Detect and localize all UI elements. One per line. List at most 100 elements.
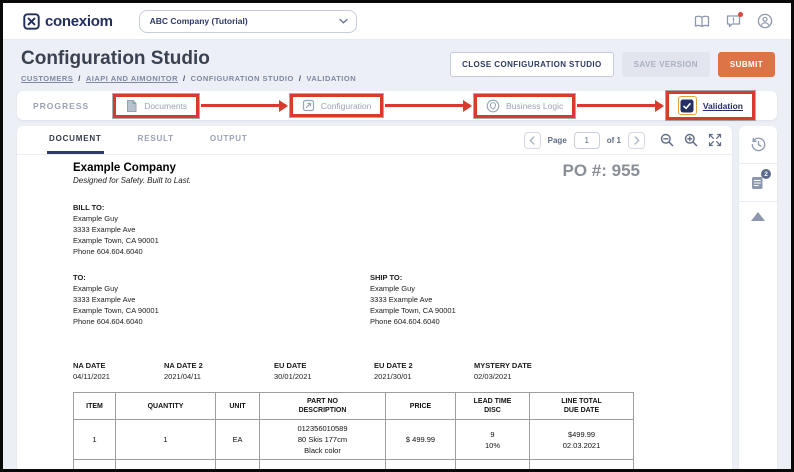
tab-document[interactable]: DOCUMENT — [47, 126, 104, 154]
history-icon — [750, 136, 767, 153]
date-label: NA DATE — [73, 360, 164, 371]
app-window: conexiom ABC Company (Tutorial) — [0, 0, 794, 472]
zoom-out-icon[interactable] — [660, 133, 674, 147]
page-navigation: Page of 1 — [524, 126, 722, 154]
address-line: Example Town, CA 90001 — [370, 305, 456, 316]
date-value: 04/11/2021 — [73, 371, 164, 382]
address-line: 3333 Example Ave — [73, 224, 712, 235]
cell-item: 1 — [74, 420, 116, 460]
zoom-in-icon[interactable] — [684, 133, 698, 147]
address-line: Phone 604.604.6040 — [73, 316, 370, 327]
annotation-arrow — [577, 104, 662, 107]
cell-quantity: 1 — [116, 420, 216, 460]
date-field: EU DATE 30/01/2021 — [274, 360, 374, 382]
date-label: MYSTERY DATE — [474, 360, 584, 371]
page-header: Configuration Studio CUSTOMERS / AIAPI A… — [3, 40, 791, 89]
date-label: NA DATE 2 — [164, 360, 274, 371]
date-label: EU DATE 2 — [374, 360, 474, 371]
date-value: 2021/04/11 — [164, 371, 274, 382]
top-bar: conexiom ABC Company (Tutorial) — [3, 3, 791, 40]
progress-bar: PROGRESS Documents Configuration Busines… — [17, 91, 777, 120]
to-heading: TO: — [73, 272, 370, 283]
cell-price: $ 499.99 — [386, 420, 456, 460]
date-field: MYSTERY DATE 02/03/2021 — [474, 360, 584, 382]
chevron-down-icon — [339, 18, 348, 24]
address-line: Example Guy — [73, 283, 370, 294]
annotation-arrow — [385, 104, 470, 107]
address-line: Example Guy — [73, 213, 712, 224]
date-value: 2021/30/01 — [374, 371, 474, 382]
breadcrumb-validation: VALIDATION — [306, 74, 356, 83]
collapse-triangle-icon — [751, 212, 765, 221]
document-viewer: DOCUMENT RESULT OUTPUT Page of 1 — [17, 126, 732, 469]
submit-button[interactable]: SUBMIT — [718, 52, 775, 77]
col-header-item: ITEM — [74, 393, 116, 420]
next-page-button[interactable] — [628, 132, 645, 149]
breadcrumb-separator: / — [299, 74, 302, 83]
breadcrumb-separator: / — [183, 74, 186, 83]
feedback-icon[interactable] — [726, 14, 741, 28]
fullscreen-icon[interactable] — [708, 133, 722, 147]
progress-step-business-logic[interactable]: Business Logic — [474, 94, 575, 118]
page-title: Configuration Studio — [21, 48, 356, 70]
col-header-lead-time: LEAD TIMEDISC — [456, 393, 530, 420]
progress-step-label: Business Logic — [506, 101, 563, 111]
table-row: 1 1 EA 01235601058980 Skis 177cmBlack co… — [74, 420, 634, 460]
progress-step-validation[interactable]: Validation — [666, 91, 755, 120]
annotations-count-badge: 2 — [761, 169, 771, 179]
cell-unit: EA — [216, 420, 260, 460]
conexiom-logo-icon — [23, 13, 40, 30]
progress-step-label: Documents — [144, 101, 187, 111]
date-value: 30/01/2021 — [274, 371, 374, 382]
tab-output[interactable]: OUTPUT — [208, 126, 250, 154]
page-count-label: of 1 — [607, 136, 621, 145]
date-value: 02/03/2021 — [474, 371, 584, 382]
page-number-input[interactable] — [574, 132, 600, 149]
close-configuration-studio-button[interactable]: CLOSE CONFIGURATION STUDIO — [450, 52, 614, 77]
cell-lead-time: 910% — [456, 420, 530, 460]
date-label: EU DATE — [274, 360, 374, 371]
company-selector[interactable]: ABC Company (Tutorial) — [139, 10, 357, 33]
breadcrumb-aiapi-and-aimonitor[interactable]: AIAPI AND AIMONITOR — [86, 74, 178, 83]
col-header-part-no: PART NODESCRIPTION — [260, 393, 386, 420]
address-line: Phone 604.604.6040 — [73, 246, 712, 257]
validation-check-icon — [680, 99, 694, 113]
cell-line-total: $499.9902.03.2021 — [530, 420, 634, 460]
address-line: 3333 Example Ave — [73, 294, 370, 305]
breadcrumb-separator: / — [78, 74, 81, 83]
annotations-button[interactable]: 2 — [739, 164, 777, 201]
logo-text: conexiom — [45, 13, 113, 30]
account-icon[interactable] — [757, 13, 773, 29]
help-book-icon[interactable] — [694, 15, 710, 28]
ship-to-block: SHIP TO: Example Guy 3333 Example Ave Ex… — [370, 272, 456, 327]
ship-to-heading: SHIP TO: — [370, 272, 456, 283]
location-pin-icon — [486, 99, 500, 113]
history-button[interactable] — [739, 126, 777, 163]
save-version-button[interactable]: SAVE VERSION — [622, 52, 710, 77]
document-page: Example Company Designed for Safety. Bui… — [17, 155, 732, 469]
address-line: Example Guy — [370, 283, 456, 294]
right-toolbar: 2 — [739, 126, 777, 469]
po-number: PO #: 955 — [563, 161, 641, 181]
progress-step-configuration[interactable]: Configuration — [290, 94, 384, 117]
breadcrumb-customers[interactable]: CUSTOMERS — [21, 74, 73, 83]
col-header-line-total: LINE TOTALDUE DATE — [530, 393, 634, 420]
configuration-icon — [302, 99, 315, 112]
date-field: NA DATE 2 2021/04/11 — [164, 360, 274, 382]
date-field: NA DATE 04/11/2021 — [73, 360, 164, 382]
viewer-tabs: DOCUMENT RESULT OUTPUT Page of 1 — [17, 126, 732, 155]
address-line: Example Town, CA 90001 — [73, 235, 712, 246]
company-selector-value: ABC Company (Tutorial) — [150, 16, 339, 26]
col-header-unit: UNIT — [216, 393, 260, 420]
tab-result[interactable]: RESULT — [136, 126, 176, 154]
notification-dot — [738, 12, 743, 17]
conexiom-logo: conexiom — [23, 13, 113, 30]
document-icon — [125, 99, 138, 113]
collapse-button[interactable] — [739, 202, 777, 231]
date-field: EU DATE 2 2021/30/01 — [374, 360, 474, 382]
progress-label: PROGRESS — [33, 101, 89, 111]
table-row — [74, 460, 634, 470]
breadcrumb: CUSTOMERS / AIAPI AND AIMONITOR / CONFIG… — [21, 74, 356, 83]
progress-step-documents[interactable]: Documents — [113, 94, 199, 118]
previous-page-button[interactable] — [524, 132, 541, 149]
